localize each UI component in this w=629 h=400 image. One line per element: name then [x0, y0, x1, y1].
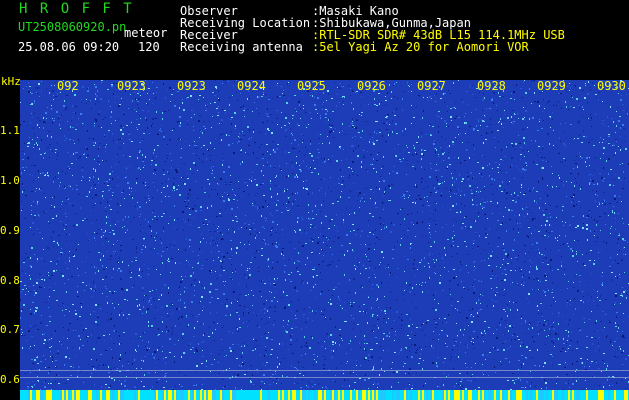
y-tick-label: 1.1: [0, 124, 20, 137]
x-tick-label: 0928: [477, 79, 506, 93]
y-tick-label: 0.9: [0, 224, 20, 237]
waterfall-spectrogram: [20, 80, 629, 390]
x-tick-label: 0927: [417, 79, 446, 93]
meteor-count: 120: [138, 40, 160, 54]
y-tick-label: 0.6: [0, 373, 20, 386]
signal-level-bar: [20, 390, 629, 400]
antenna-value: :5el Yagi Az 20 for Aomori VOR: [312, 40, 529, 54]
y-tick-label: 0.7: [0, 323, 20, 336]
y-axis-unit: kHz: [1, 75, 21, 88]
file-name: UT2508060920.pn: [18, 20, 127, 34]
x-tick-label: 0926: [357, 79, 386, 93]
timestamp: 25.08.06 09:20: [18, 40, 120, 54]
spectrogram-noise: [20, 80, 629, 390]
app-title: H R O F F T: [19, 1, 134, 17]
y-tick-label: 0.8: [0, 274, 20, 287]
x-tick-label: 0923: [177, 79, 206, 93]
x-tick-label: 092: [57, 79, 79, 93]
y-tick-label: 1.0: [0, 174, 20, 187]
x-tick-label: 0929: [537, 79, 566, 93]
x-tick-label: 0924: [237, 79, 266, 93]
header-panel: H R O F F T UT2508060920.pn meteor 25.08…: [0, 0, 629, 78]
antenna-label: Receiving antenna: [180, 40, 303, 54]
x-tick-label: 0925: [297, 79, 326, 93]
x-tick-label: 0930: [597, 79, 626, 93]
x-tick-label: 0923: [117, 79, 146, 93]
meteor-label: meteor: [124, 26, 168, 40]
